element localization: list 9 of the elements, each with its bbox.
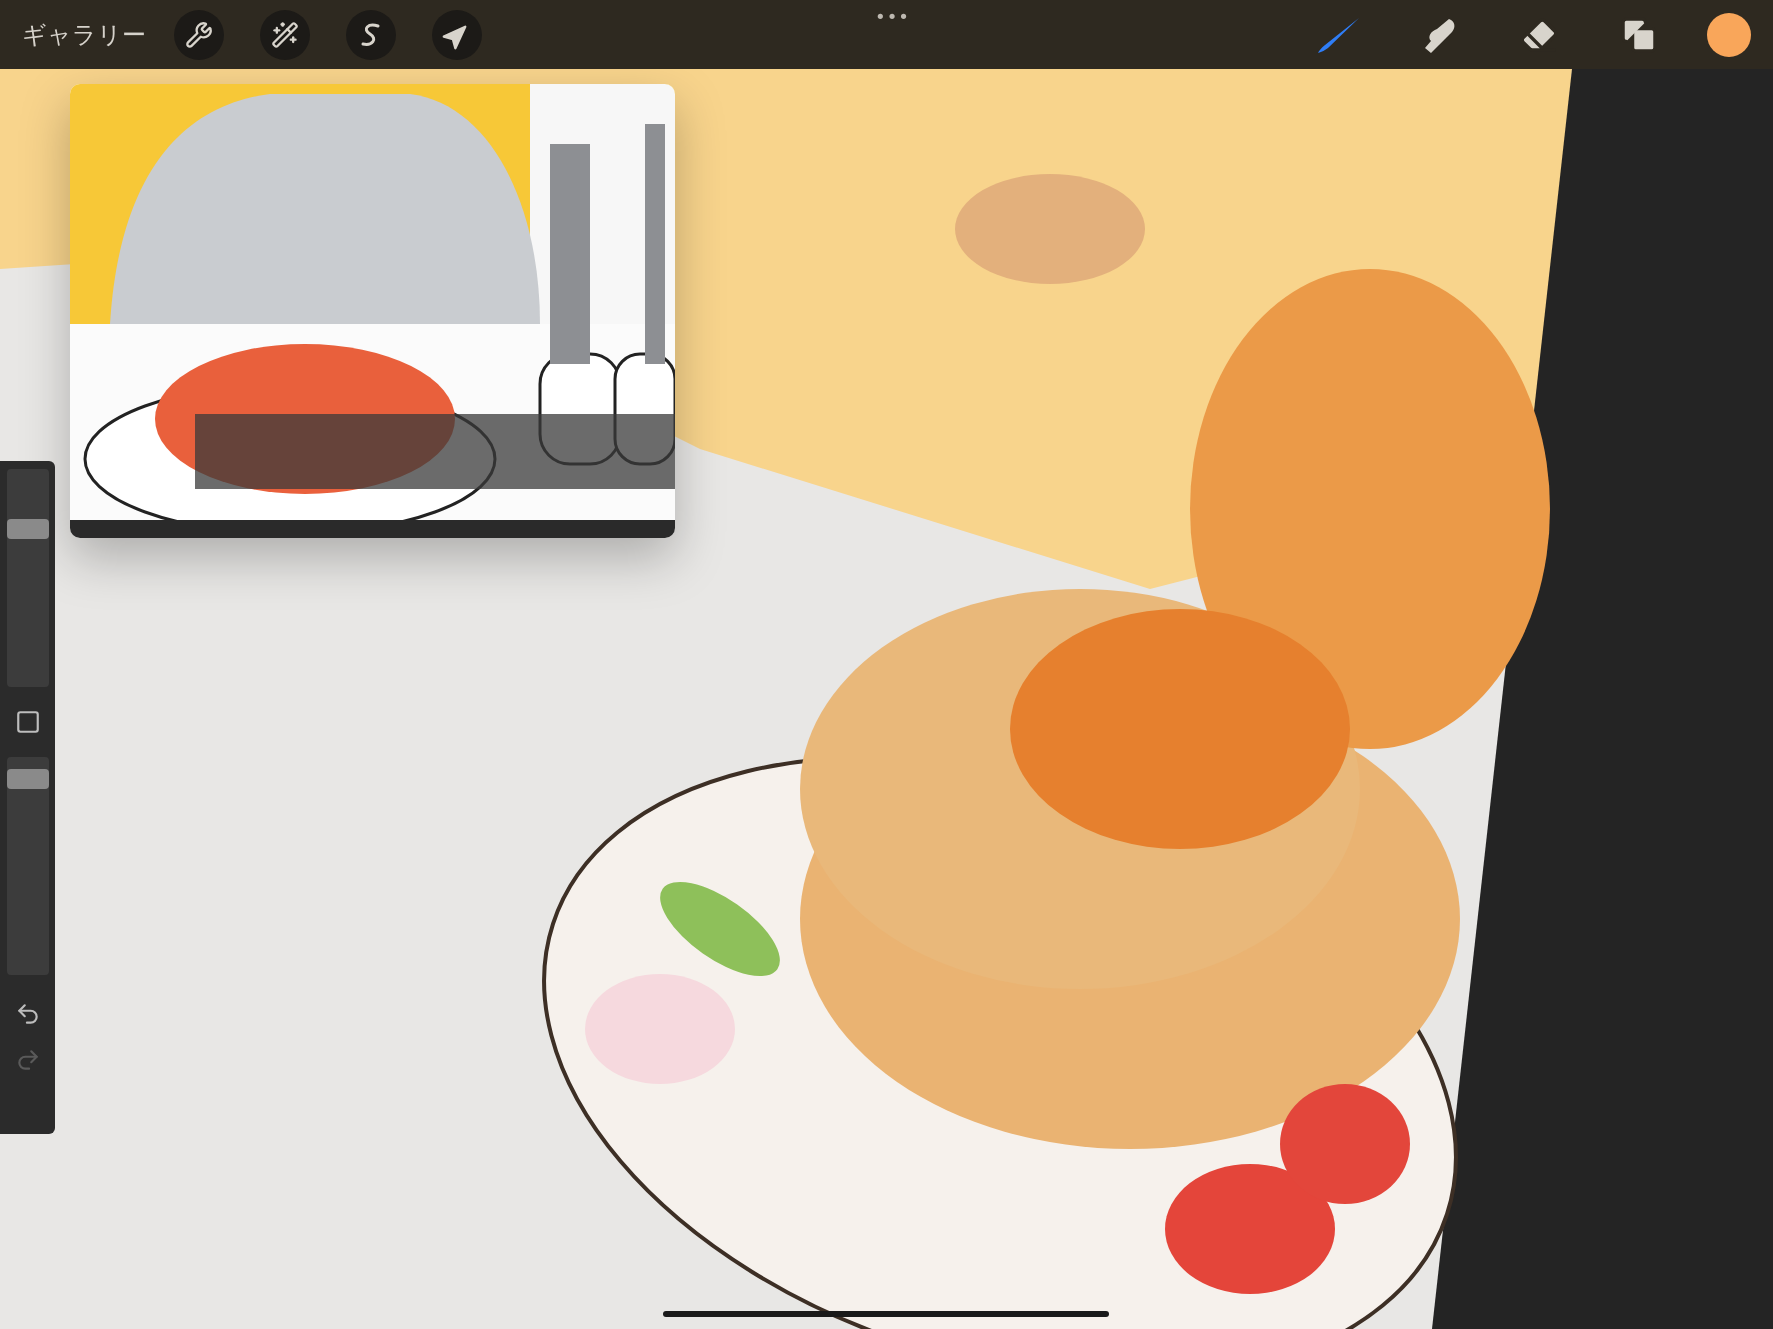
transform-button[interactable]	[432, 9, 482, 60]
magic-wand-icon	[271, 20, 299, 49]
gallery-link[interactable]: ギャラリー	[22, 18, 146, 51]
wrench-icon	[185, 20, 213, 49]
more-menu[interactable]: •••	[875, 6, 910, 27]
selection-button[interactable]	[346, 9, 396, 60]
wrench-button[interactable]	[174, 9, 224, 60]
wand-button[interactable]	[260, 9, 310, 60]
color-swatch[interactable]	[1707, 12, 1751, 57]
